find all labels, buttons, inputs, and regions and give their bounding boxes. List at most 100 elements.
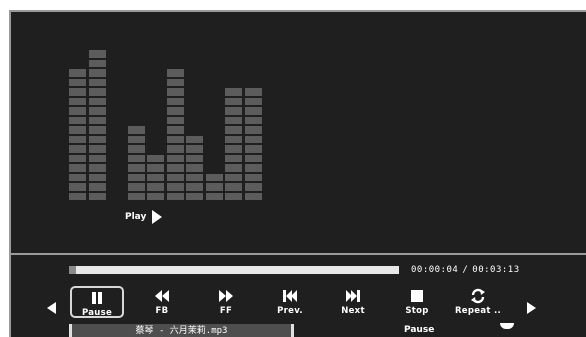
spectrum-cell xyxy=(166,164,184,172)
spectrum-cell xyxy=(166,97,184,105)
spectrum-cell xyxy=(166,69,184,77)
spectrum-cell xyxy=(225,154,242,162)
spectrum-cell xyxy=(166,88,184,96)
time-readout: 00:00:04 / 00:03:13 xyxy=(411,265,520,275)
spectrum-cell xyxy=(244,154,262,162)
spectrum-cell xyxy=(147,154,164,162)
spectrum-cell xyxy=(88,126,106,134)
repeat-label: Repeat .. xyxy=(454,306,502,316)
spectrum-cell xyxy=(147,183,164,191)
spectrum-cell xyxy=(88,192,106,200)
spectrum-cell xyxy=(205,173,223,181)
spectrum-cell xyxy=(166,78,184,86)
fast-forward-button[interactable]: FF xyxy=(199,286,253,318)
spectrum-cell xyxy=(205,192,223,200)
pause-button-label: Pause xyxy=(81,308,113,318)
playback-status-label: Play xyxy=(125,212,147,222)
spectrum-cell xyxy=(186,192,203,200)
spectrum-cell xyxy=(88,59,106,67)
spectrum-cell xyxy=(147,192,164,200)
spectrum-cell xyxy=(127,154,145,162)
spectrum-cell xyxy=(225,88,242,96)
spectrum-cell xyxy=(69,78,86,86)
spectrum-cell xyxy=(88,164,106,172)
filename-text: 蔡琴 - 六月茉莉.mp3 xyxy=(135,326,228,336)
stop-icon xyxy=(390,288,444,304)
spectrum-cell xyxy=(225,173,242,181)
spectrum-cell xyxy=(186,164,203,172)
media-player-screen: Play 00:00:04 / 00:03:13 Pause FB FF Pre… xyxy=(9,10,586,337)
spectrum-cell xyxy=(166,173,184,181)
spectrum-visualizer xyxy=(69,50,265,202)
fast-backward-label: FB xyxy=(155,306,169,316)
spectrum-cell xyxy=(244,183,262,191)
repeat-icon xyxy=(451,288,505,304)
spectrum-cell xyxy=(225,164,242,172)
spectrum-cell xyxy=(69,173,86,181)
spectrum-cell xyxy=(88,107,106,115)
spectrum-cell xyxy=(69,107,86,115)
progress-bar[interactable] xyxy=(69,266,399,274)
spectrum-cell xyxy=(244,135,262,143)
time-separator: / xyxy=(462,265,469,275)
repeat-button[interactable]: Repeat .. xyxy=(451,286,505,318)
scroll-left-icon[interactable] xyxy=(47,302,56,314)
spectrum-cell xyxy=(69,126,86,134)
spectrum-cell xyxy=(225,97,242,105)
previous-track-icon xyxy=(263,288,317,304)
spectrum-cell xyxy=(88,173,106,181)
spectrum-cell xyxy=(244,192,262,200)
play-icon xyxy=(152,210,163,224)
spectrum-cell xyxy=(69,97,86,105)
spectrum-cell xyxy=(166,192,184,200)
panel-divider xyxy=(11,253,586,255)
scroll-down-icon[interactable] xyxy=(500,323,514,329)
stop-button[interactable]: Stop xyxy=(390,286,444,318)
pause-icon xyxy=(72,290,122,306)
spectrum-cell xyxy=(88,145,106,153)
fast-forward-icon xyxy=(199,288,253,304)
spectrum-cell xyxy=(88,78,106,86)
spectrum-cell xyxy=(69,192,86,200)
fast-backward-button[interactable]: FB xyxy=(135,286,189,318)
previous-track-label: Prev. xyxy=(277,306,303,316)
spectrum-cell xyxy=(166,145,184,153)
spectrum-cell xyxy=(88,69,106,77)
spectrum-cell xyxy=(127,164,145,172)
spectrum-cell xyxy=(88,183,106,191)
spectrum-cell xyxy=(88,97,106,105)
spectrum-cell xyxy=(186,173,203,181)
spectrum-cell xyxy=(127,135,145,143)
spectrum-cell xyxy=(147,173,164,181)
spectrum-cell xyxy=(225,183,242,191)
spectrum-cell xyxy=(127,145,145,153)
spectrum-cell xyxy=(244,88,262,96)
next-track-label: Next xyxy=(341,306,365,316)
spectrum-cell xyxy=(166,135,184,143)
stop-label: Stop xyxy=(405,306,429,316)
time-elapsed: 00:00:04 xyxy=(411,265,459,275)
spectrum-cell xyxy=(69,183,86,191)
spectrum-cell xyxy=(127,173,145,181)
previous-track-button[interactable]: Prev. xyxy=(263,286,317,318)
spectrum-cell xyxy=(186,183,203,191)
spectrum-cell xyxy=(225,107,242,115)
spectrum-cell xyxy=(69,154,86,162)
playback-status: Play xyxy=(125,210,163,224)
spectrum-cell xyxy=(127,192,145,200)
spectrum-cell xyxy=(69,69,86,77)
spectrum-cell xyxy=(69,135,86,143)
next-track-button[interactable]: Next xyxy=(326,286,380,318)
fast-backward-icon xyxy=(135,288,189,304)
spectrum-cell xyxy=(127,126,145,134)
spectrum-cell xyxy=(186,135,203,143)
spectrum-cell xyxy=(69,164,86,172)
pause-button[interactable]: Pause xyxy=(70,286,124,318)
scroll-right-icon[interactable] xyxy=(527,302,536,314)
spectrum-cell xyxy=(225,192,242,200)
spectrum-cell xyxy=(244,97,262,105)
spectrum-cell xyxy=(166,126,184,134)
time-total: 00:03:13 xyxy=(472,265,520,275)
spectrum-cell xyxy=(244,126,262,134)
spectrum-cell xyxy=(88,116,106,124)
